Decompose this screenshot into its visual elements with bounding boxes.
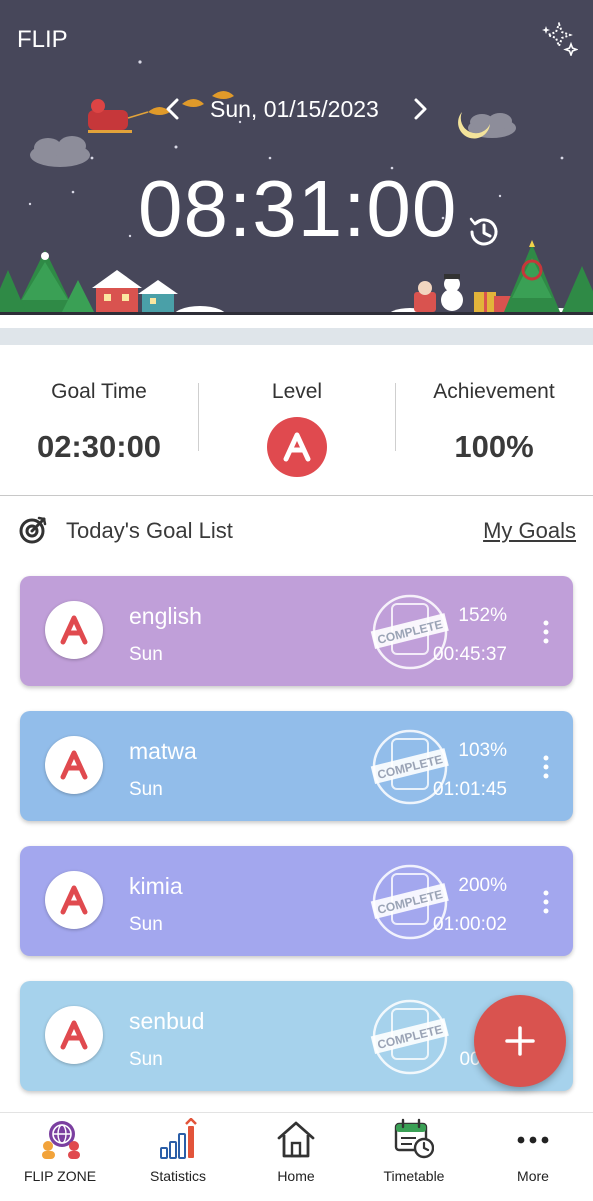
goal-percent: 152% bbox=[458, 605, 507, 626]
section-divider bbox=[0, 495, 593, 496]
nav-home[interactable]: Home bbox=[237, 1113, 355, 1201]
nav-label: Home bbox=[277, 1168, 315, 1184]
level-stat: Level bbox=[198, 345, 396, 477]
goal-name: matwa bbox=[129, 738, 197, 764]
nav-more[interactable]: More bbox=[474, 1113, 592, 1201]
next-day-chevron-icon[interactable] bbox=[407, 94, 433, 124]
stamp-label: COMPLETE bbox=[376, 1022, 444, 1052]
level-label: Level bbox=[271, 380, 323, 403]
goal-grade-avatar bbox=[45, 871, 103, 929]
goal-percent: 200% bbox=[458, 875, 507, 896]
header-banner: FLIP Sun, 01/15/2023 08:31:00 bbox=[0, 0, 593, 345]
goal-name: english bbox=[129, 603, 202, 629]
app-title: FLIP bbox=[17, 26, 68, 53]
more-options-icon[interactable] bbox=[541, 620, 551, 644]
goal-list-header: Today's Goal List My Goals bbox=[0, 508, 593, 554]
home-icon bbox=[277, 1121, 315, 1158]
goal-grade-avatar bbox=[45, 1006, 103, 1064]
goal-name: kimia bbox=[129, 873, 183, 899]
nav-label: FLIP ZONE bbox=[23, 1168, 97, 1184]
grade-a-icon bbox=[60, 1020, 88, 1050]
goal-grade-avatar bbox=[45, 736, 103, 794]
flip-zone-icon bbox=[42, 1121, 80, 1159]
goal-grade-avatar bbox=[45, 601, 103, 659]
goal-card[interactable]: kimia Sun COMPLETE 200% 01:00:02 bbox=[20, 846, 573, 956]
nav-label: Statistics bbox=[149, 1168, 206, 1184]
goal-list-title: Today's Goal List bbox=[66, 518, 233, 543]
goal-day: Sun bbox=[129, 779, 163, 800]
goal-time: 01:01:45 bbox=[433, 779, 507, 800]
achievement-value: 100% bbox=[454, 429, 534, 464]
nav-label: More bbox=[517, 1168, 549, 1184]
goal-name: senbud bbox=[129, 1008, 205, 1034]
level-badge bbox=[267, 417, 327, 477]
sparkle-theme-icon[interactable] bbox=[540, 22, 578, 56]
add-goal-button[interactable] bbox=[474, 995, 566, 1087]
grade-a-icon bbox=[60, 750, 88, 780]
clock-display: 08:31:00 bbox=[138, 164, 458, 253]
timer-history-icon[interactable] bbox=[466, 214, 502, 250]
goal-percent: 103% bbox=[458, 740, 507, 761]
achievement-stat: Achievement 100% bbox=[395, 345, 593, 465]
bottom-navigation: FLIP ZONE Statistics Home Timetable More bbox=[0, 1112, 593, 1201]
current-date[interactable]: Sun, 01/15/2023 bbox=[210, 96, 379, 123]
goal-time: 00:45:37 bbox=[433, 644, 507, 665]
my-goals-link[interactable]: My Goals bbox=[483, 518, 576, 544]
goal-day: Sun bbox=[129, 914, 163, 935]
statistics-icon bbox=[160, 1118, 197, 1159]
more-options-icon[interactable] bbox=[541, 755, 551, 779]
timetable-icon bbox=[394, 1118, 434, 1159]
level-grade-a-icon bbox=[283, 432, 311, 462]
stamp-label: COMPLETE bbox=[376, 617, 444, 647]
summary-stats: Goal Time 02:30:00 Level Achievement 100… bbox=[0, 345, 593, 495]
grade-a-icon bbox=[60, 885, 88, 915]
stamp-label: COMPLETE bbox=[376, 752, 444, 782]
goal-day: Sun bbox=[129, 644, 163, 665]
nav-flip-zone[interactable]: FLIP ZONE bbox=[1, 1113, 119, 1201]
goal-day: Sun bbox=[129, 1049, 163, 1070]
grade-a-icon bbox=[60, 615, 88, 645]
previous-day-chevron-icon[interactable] bbox=[160, 94, 186, 124]
ground-strip bbox=[0, 328, 593, 345]
more-options-icon[interactable] bbox=[541, 890, 551, 914]
goal-card[interactable]: english Sun COMPLETE 152% 00:45:37 bbox=[20, 576, 573, 686]
goal-time-value: 02:30:00 bbox=[36, 429, 162, 464]
stamp-label: COMPLETE bbox=[376, 887, 444, 917]
goal-card[interactable]: matwa Sun COMPLETE 103% 01:01:45 bbox=[20, 711, 573, 821]
more-icon bbox=[517, 1136, 549, 1144]
nav-label: Timetable bbox=[383, 1168, 445, 1184]
nav-timetable[interactable]: Timetable bbox=[355, 1113, 473, 1201]
nav-statistics[interactable]: Statistics bbox=[119, 1113, 237, 1201]
goal-time-label: Goal Time bbox=[51, 380, 147, 403]
target-icon bbox=[19, 516, 47, 544]
plus-icon bbox=[505, 1026, 535, 1056]
complete-stamp-icon: COMPLETE bbox=[370, 999, 449, 1075]
goal-time-stat: Goal Time 02:30:00 bbox=[0, 345, 198, 465]
goal-time: 01:00:02 bbox=[433, 914, 507, 935]
achievement-label: Achievement bbox=[433, 380, 555, 403]
